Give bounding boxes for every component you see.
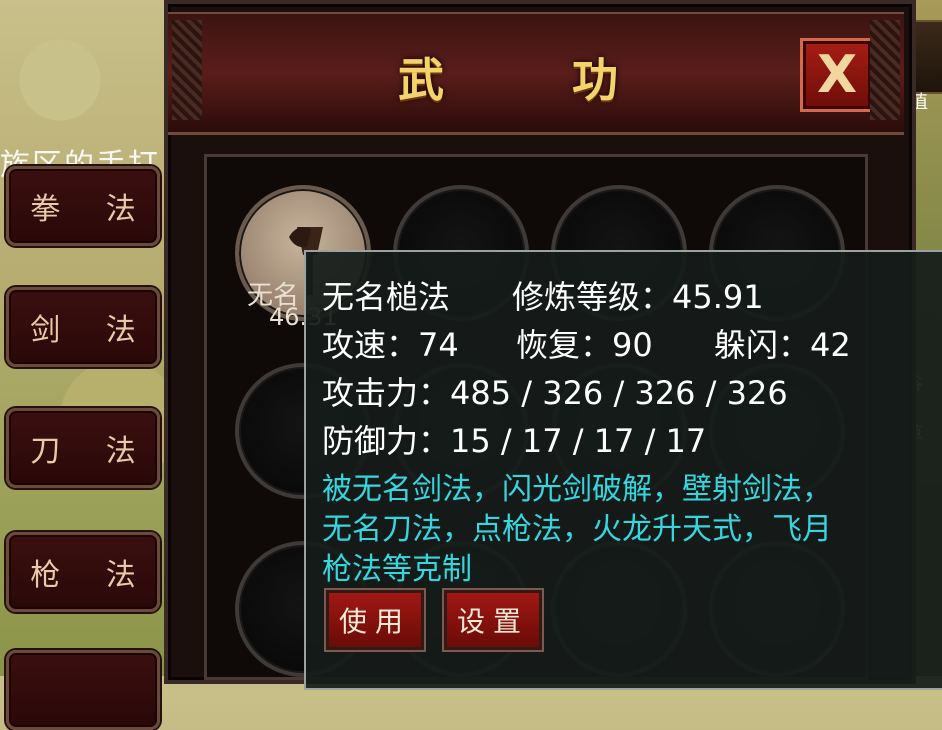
use-button[interactable]: 使用	[324, 588, 426, 652]
tab-spear[interactable]: 枪 法	[6, 532, 160, 612]
settings-button[interactable]: 设置	[442, 588, 544, 652]
skill-tooltip: 无名槌法 修炼等级：45.91 攻速：74 恢复：90 躲闪：42 攻击力：48…	[304, 250, 942, 690]
skill-level: 修炼等级：45.91	[512, 278, 764, 316]
defense-power: 防御力：15 / 17 / 17 / 17	[322, 422, 707, 460]
counter-text-line-2: 无名刀法，点枪法，火龙升天式，飞月	[322, 512, 832, 547]
recovery: 恢复：90	[516, 326, 653, 364]
counter-text-line-3: 枪法等克制	[322, 552, 472, 587]
close-button[interactable]: X	[800, 38, 874, 112]
tab-more[interactable]	[6, 650, 160, 730]
title-bar: 武 功 X	[168, 12, 904, 135]
tab-sword[interactable]: 剑 法	[6, 287, 160, 367]
tab-fist[interactable]: 拳 法	[6, 166, 160, 246]
skill-name: 无名槌法	[322, 278, 451, 316]
counter-text-line-1: 被无名剑法，闪光剑破解，壁射剑法，	[322, 472, 832, 507]
window-title: 武 功	[397, 53, 674, 107]
tab-blade[interactable]: 刀 法	[6, 408, 160, 488]
attack-power: 攻击力：485 / 326 / 326 / 326	[322, 374, 788, 412]
dodge: 躲闪：42	[714, 326, 851, 364]
attack-speed: 攻速：74	[322, 326, 459, 364]
